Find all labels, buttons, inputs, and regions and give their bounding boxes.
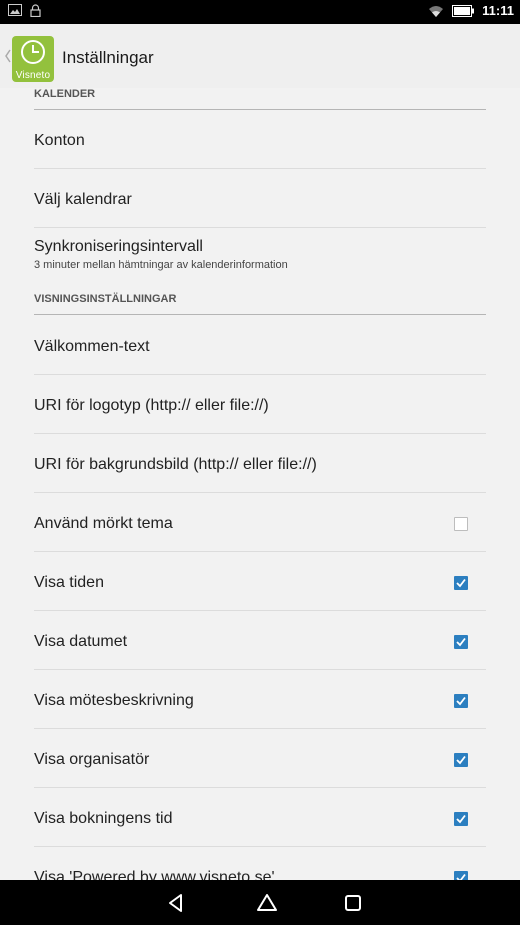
- checkmark-icon: [456, 578, 466, 588]
- logo-text: Visneto: [15, 70, 51, 81]
- clock-time: 11:11: [482, 3, 514, 18]
- setting-title: Visa datumet: [34, 633, 128, 650]
- setting-konton[interactable]: Konton: [34, 110, 486, 169]
- setting-visa-organisator[interactable]: Visa organisatör: [34, 729, 486, 788]
- section-header-label: KALENDER: [34, 88, 96, 100]
- setting-uri-logotyp[interactable]: URI för logotyp (http:// eller file://): [34, 375, 486, 434]
- checkmark-icon: [456, 814, 466, 824]
- wifi-icon: [428, 4, 444, 18]
- setting-title: Visa organisatör: [34, 751, 150, 768]
- image-icon: [8, 4, 22, 17]
- back-icon[interactable]: [165, 892, 187, 914]
- setting-synkroniseringsintervall[interactable]: Synkroniseringsintervall 3 minuter mella…: [34, 228, 486, 286]
- app-logo[interactable]: Visneto: [12, 36, 54, 82]
- setting-title: URI för bakgrundsbild (http:// eller fil…: [34, 456, 317, 473]
- setting-title: Visa bokningens tid: [34, 810, 173, 827]
- show-description-checkbox[interactable]: [454, 694, 468, 708]
- action-bar: Visneto Inställningar: [0, 24, 520, 88]
- setting-subtitle: 3 minuter mellan hämtningar av kalenderi…: [34, 259, 288, 271]
- setting-visa-motesbeskrivning[interactable]: Visa mötesbeskrivning: [34, 670, 486, 729]
- recents-icon[interactable]: [342, 892, 364, 914]
- page-title: Inställningar: [62, 48, 154, 67]
- show-booking-time-checkbox[interactable]: [454, 812, 468, 826]
- setting-valj-kalendrar[interactable]: Välj kalendrar: [34, 169, 486, 228]
- section-header-kalender: KALENDER: [34, 88, 486, 110]
- setting-uri-bakgrundsbild[interactable]: URI för bakgrundsbild (http:// eller fil…: [34, 434, 486, 493]
- setting-visa-bokningens-tid[interactable]: Visa bokningens tid: [34, 788, 486, 847]
- lock-icon: [30, 4, 41, 17]
- setting-valkommen-text[interactable]: Välkommen-text: [34, 315, 486, 375]
- setting-title: URI för logotyp (http:// eller file://): [34, 397, 269, 414]
- navigation-bar: [0, 880, 520, 925]
- section-header-label: VISNINGSINSTÄLLNINGAR: [34, 293, 177, 305]
- checkmark-icon: [456, 696, 466, 706]
- show-date-checkbox[interactable]: [454, 635, 468, 649]
- setting-title: Visa tiden: [34, 574, 104, 591]
- setting-title: Använd mörkt tema: [34, 515, 173, 532]
- battery-icon: [452, 4, 475, 17]
- up-chevron-icon[interactable]: [4, 46, 12, 66]
- setting-visa-tiden[interactable]: Visa tiden: [34, 552, 486, 611]
- setting-title: Konton: [34, 132, 85, 149]
- section-header-visningsinstallningar: VISNINGSINSTÄLLNINGAR: [34, 293, 486, 315]
- setting-visa-powered-by[interactable]: Visa 'Powered by www.visneto.se': [34, 847, 486, 886]
- status-bar: 11:11: [0, 0, 520, 24]
- setting-visa-datumet[interactable]: Visa datumet: [34, 611, 486, 670]
- checkmark-icon: [456, 637, 466, 647]
- home-icon[interactable]: [256, 892, 278, 914]
- setting-title: Välkommen-text: [34, 338, 150, 355]
- dark-theme-checkbox[interactable]: [454, 517, 468, 531]
- show-time-checkbox[interactable]: [454, 576, 468, 590]
- checkmark-icon: [456, 755, 466, 765]
- setting-title: Visa mötesbeskrivning: [34, 692, 194, 709]
- setting-dark-theme[interactable]: Använd mörkt tema: [34, 493, 486, 552]
- show-organizer-checkbox[interactable]: [454, 753, 468, 767]
- setting-title: Välj kalendrar: [34, 191, 132, 208]
- clock-icon: [21, 40, 45, 64]
- setting-title: Synkroniseringsintervall: [34, 238, 203, 255]
